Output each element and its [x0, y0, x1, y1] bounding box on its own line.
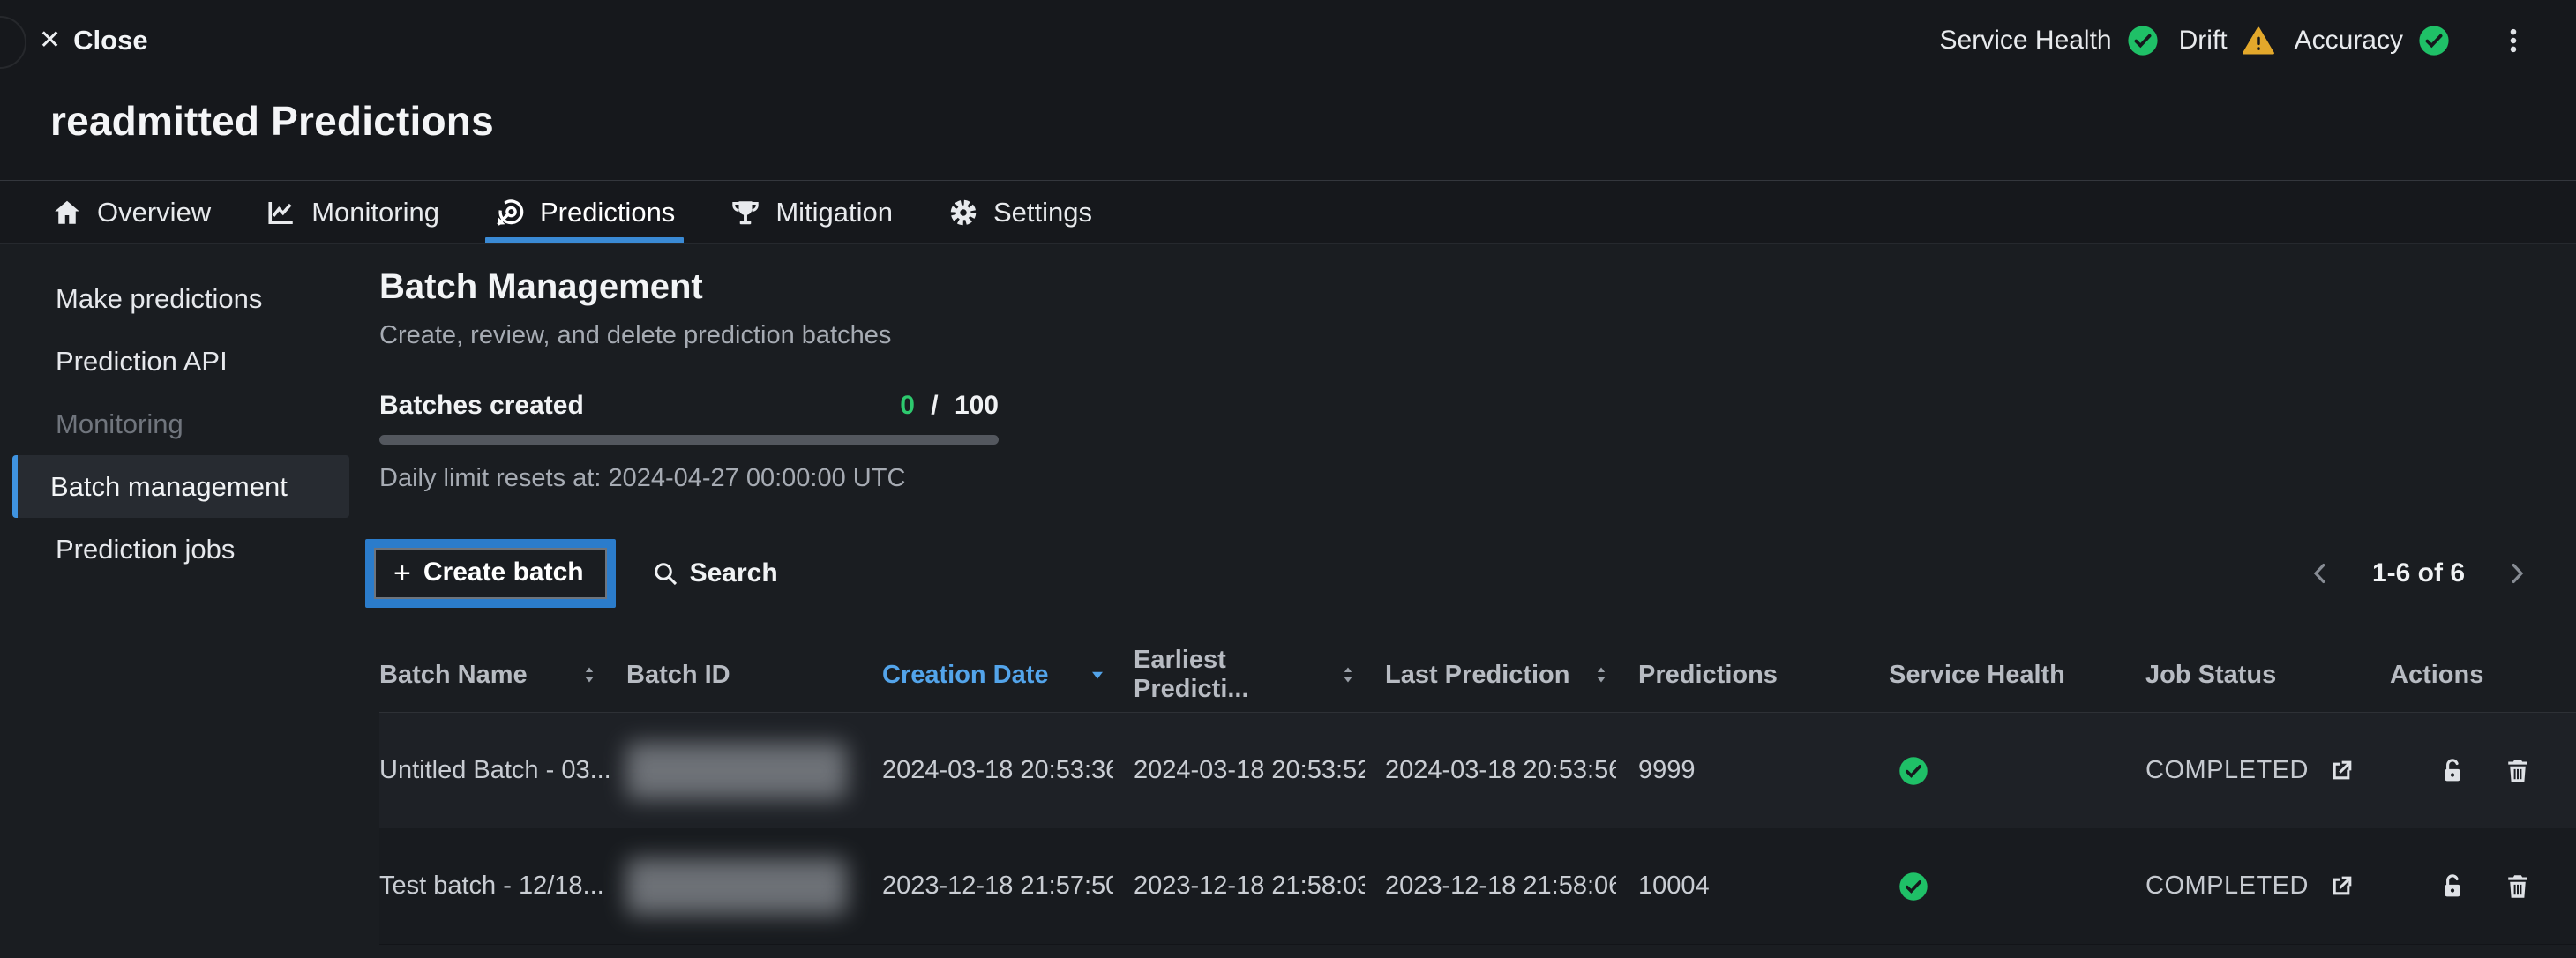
column-header-service-health[interactable]: Service Health — [1889, 661, 2145, 690]
quota-progress-bar — [379, 435, 999, 445]
home-icon — [51, 197, 83, 228]
column-header-last-prediction[interactable]: Last Prediction — [1385, 661, 1638, 690]
table-header-row: Batch Name Batch ID Creation Date Earlie… — [379, 638, 2576, 712]
job-status-cell: COMPLETED — [2145, 870, 2390, 903]
section-subheading: Create, review, and delete prediction ba… — [379, 321, 2576, 350]
check-circle-icon — [1898, 755, 1929, 787]
target-arrow-icon — [494, 197, 526, 228]
sort-updown-icon — [1591, 664, 1612, 685]
sort-desc-icon — [1088, 665, 1107, 685]
service-health-cell — [1889, 871, 2145, 902]
create-batch-highlight: + Create batch — [365, 539, 616, 608]
sidebar-item-monitoring: Monitoring — [12, 393, 349, 455]
status-drift: Drift — [2179, 24, 2275, 57]
close-icon: ✕ — [39, 27, 61, 54]
close-label: Close — [73, 25, 147, 56]
earliest-prediction-cell: 2023-12-18 21:58:03 UTC — [1134, 872, 1385, 901]
main-content: Batch Management Create, review, and del… — [362, 244, 2576, 943]
tab-monitoring[interactable]: Monitoring — [251, 181, 453, 243]
batch-id-cell — [626, 858, 882, 915]
top-header: ✕ Close Service Health Drift Accuracy — [0, 0, 2576, 244]
kebab-menu-icon[interactable] — [2493, 20, 2534, 61]
check-circle-icon — [2417, 24, 2451, 57]
column-header-batch-id[interactable]: Batch ID — [626, 661, 882, 690]
service-health-cell — [1889, 755, 2145, 787]
job-status-text: COMPLETED — [2145, 756, 2309, 785]
batch-id-redacted — [626, 743, 847, 799]
tab-bar: Overview Monitoring Predictions Mitigati… — [0, 180, 2576, 244]
create-batch-button[interactable]: + Create batch — [374, 548, 607, 599]
status-accuracy: Accuracy — [2295, 24, 2451, 57]
column-header-creation-date[interactable]: Creation Date — [882, 661, 1134, 690]
column-header-earliest-prediction[interactable]: Earliest Predicti... — [1134, 646, 1385, 704]
search-button[interactable]: Search — [651, 558, 778, 588]
quota-value: 0 / 100 — [900, 391, 999, 421]
row-actions-cell — [2390, 870, 2576, 903]
search-icon — [651, 559, 679, 588]
pagination-range: 1-6 of 6 — [2372, 558, 2465, 588]
batch-name-cell: Test batch - 12/18... — [379, 872, 626, 901]
warning-triangle-icon — [2242, 24, 2275, 57]
quota-reset-note: Daily limit resets at: 2024-04-27 00:00:… — [379, 464, 999, 493]
last-prediction-cell: 2023-12-18 21:58:06 UTC — [1385, 872, 1638, 901]
trophy-icon — [730, 197, 761, 228]
sidebar-item-prediction-jobs[interactable]: Prediction jobs — [12, 518, 349, 580]
table-toolbar: + Create batch Search 1-6 of 6 — [379, 539, 2576, 608]
plus-icon: + — [393, 558, 411, 588]
batch-table: Batch Name Batch ID Creation Date Earlie… — [379, 638, 2576, 945]
sidebar-item-make-predictions[interactable]: Make predictions — [12, 267, 349, 330]
lock-open-icon[interactable] — [2436, 754, 2469, 788]
sort-updown-icon — [1337, 664, 1359, 685]
creation-date-cell: 2023-12-18 21:57:50 UTC — [882, 872, 1134, 901]
chevron-right-icon[interactable] — [2504, 560, 2530, 587]
check-circle-icon — [1898, 871, 1929, 902]
sort-updown-icon — [579, 664, 600, 685]
tab-settings[interactable]: Settings — [933, 181, 1106, 243]
quota-limit: 100 — [955, 391, 999, 420]
column-header-predictions[interactable]: Predictions — [1638, 661, 1889, 690]
sidebar-item-prediction-api[interactable]: Prediction API — [12, 330, 349, 393]
lock-open-icon[interactable] — [2436, 870, 2469, 903]
batch-name-cell: Untitled Batch - 03... — [379, 756, 626, 785]
row-actions-cell — [2390, 754, 2576, 788]
column-header-job-status[interactable]: Job Status — [2145, 661, 2390, 690]
external-link-icon[interactable] — [2325, 754, 2358, 788]
earliest-prediction-cell: 2024-03-18 20:53:52 UTC — [1134, 756, 1385, 785]
tab-mitigation[interactable]: Mitigation — [715, 181, 907, 243]
secondary-sidebar: Make predictions Prediction API Monitori… — [0, 244, 362, 943]
last-prediction-cell: 2024-03-18 20:53:56 UTC — [1385, 756, 1638, 785]
creation-date-cell: 2024-03-18 20:53:36 UTC — [882, 756, 1134, 785]
job-status-cell: COMPLETED — [2145, 754, 2390, 788]
status-group: Service Health Drift Accuracy — [1940, 20, 2534, 61]
trash-icon[interactable] — [2501, 754, 2535, 788]
batch-id-cell — [626, 743, 882, 799]
gear-icon — [947, 197, 979, 228]
close-button[interactable]: ✕ Close — [39, 25, 148, 56]
chevron-left-icon[interactable] — [2307, 560, 2333, 587]
section-heading: Batch Management — [379, 267, 2576, 307]
tab-overview[interactable]: Overview — [37, 181, 225, 243]
table-row[interactable]: Test batch - 12/18... 2023-12-18 21:57:5… — [379, 828, 2576, 945]
quota-block: Batches created 0 / 100 Daily limit rese… — [379, 391, 999, 493]
external-link-icon[interactable] — [2325, 870, 2358, 903]
column-header-actions: Actions — [2390, 661, 2576, 690]
batch-id-redacted — [626, 858, 847, 915]
check-circle-icon — [2126, 24, 2160, 57]
status-service-health: Service Health — [1940, 24, 2160, 57]
table-row[interactable]: Untitled Batch - 03... 2024-03-18 20:53:… — [379, 712, 2576, 828]
tab-predictions[interactable]: Predictions — [480, 181, 689, 243]
line-chart-icon — [266, 197, 297, 228]
pagination: 1-6 of 6 — [2307, 558, 2530, 588]
column-header-batch-name[interactable]: Batch Name — [379, 661, 626, 690]
trash-icon[interactable] — [2501, 870, 2535, 903]
predictions-count-cell: 10004 — [1638, 872, 1889, 901]
quota-label: Batches created — [379, 391, 584, 421]
quota-used: 0 — [900, 391, 915, 420]
predictions-count-cell: 9999 — [1638, 756, 1889, 785]
job-status-text: COMPLETED — [2145, 872, 2309, 901]
window-bar: ✕ Close Service Health Drift Accuracy — [0, 0, 2576, 81]
sidebar-item-batch-management[interactable]: Batch management — [12, 455, 349, 518]
page-title: readmitted Predictions — [0, 81, 2576, 180]
